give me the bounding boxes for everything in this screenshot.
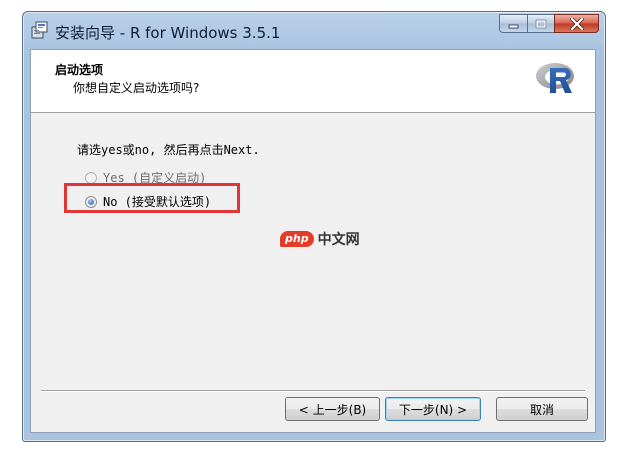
page-subtitle: 你想自定义启动选项吗? bbox=[73, 81, 200, 95]
maximize-icon bbox=[535, 19, 547, 28]
close-button[interactable] bbox=[554, 14, 599, 33]
title-bar[interactable]: 安装向导 - R for Windows 3.5.1 bbox=[23, 12, 605, 46]
caption-buttons bbox=[499, 14, 599, 34]
close-icon bbox=[569, 17, 584, 30]
watermark-text: 中文网 bbox=[317, 232, 360, 248]
wizard-client-area: 启动选项 你想自定义启动选项吗? 请选yes或no, 然后再点击Next. Ye… bbox=[30, 49, 596, 433]
setup-wizard-window: 安装向导 - R for Windows 3.5.1 启动选项 你想自定义启动选… bbox=[22, 11, 606, 442]
maximize-button[interactable] bbox=[527, 14, 554, 33]
window-title: 安装向导 - R for Windows 3.5.1 bbox=[55, 24, 281, 42]
minimize-button[interactable] bbox=[499, 14, 527, 33]
wizard-header: 启动选项 你想自定义启动选项吗? bbox=[31, 50, 595, 113]
watermark: php 中文网 bbox=[280, 229, 360, 249]
minimize-icon bbox=[508, 24, 518, 28]
page-title: 启动选项 bbox=[55, 63, 104, 77]
radio-yes[interactable] bbox=[85, 171, 97, 184]
watermark-badge: php bbox=[280, 231, 314, 247]
back-button[interactable]: < 上一步(B) bbox=[285, 397, 380, 421]
r-logo-icon bbox=[535, 60, 581, 96]
next-button[interactable]: 下一步(N) > bbox=[385, 397, 481, 421]
installer-icon bbox=[31, 21, 49, 39]
button-separator bbox=[41, 390, 585, 392]
cancel-button[interactable]: 取消 bbox=[496, 397, 588, 421]
highlight-annotation bbox=[64, 183, 240, 213]
instruction-text: 请选yes或no, 然后再点击Next. bbox=[77, 143, 260, 157]
